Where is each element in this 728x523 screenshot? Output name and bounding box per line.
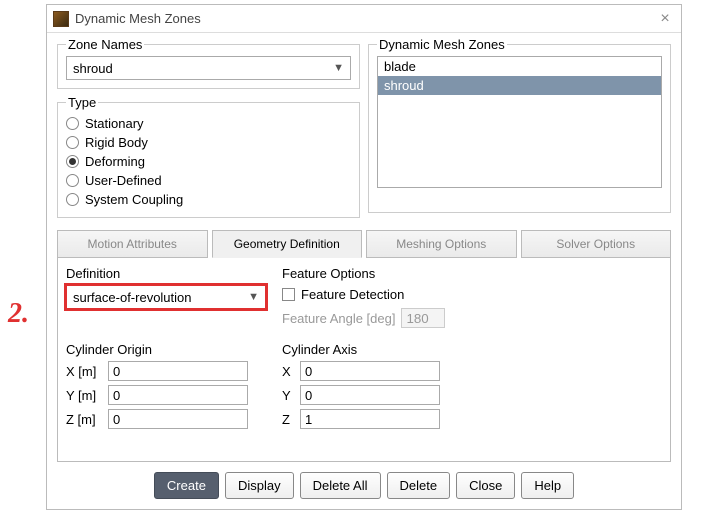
radio-icon — [66, 193, 79, 206]
feature-detection-label: Feature Detection — [301, 287, 404, 302]
feature-options-label: Feature Options — [282, 266, 662, 281]
feature-detection-check[interactable]: Feature Detection — [282, 285, 662, 304]
list-item[interactable]: blade — [378, 57, 661, 76]
group-dynamic-mesh-zones: Dynamic Mesh Zones blade shroud — [368, 37, 671, 213]
axis-y-input[interactable] — [300, 385, 440, 405]
tab-meshing-options[interactable]: Meshing Options — [366, 230, 517, 258]
checkbox-icon — [282, 288, 295, 301]
type-radio-list: Stationary Rigid Body Deforming Use — [66, 114, 351, 209]
display-button[interactable]: Display — [225, 472, 294, 499]
radio-deforming-label: Deforming — [85, 154, 145, 169]
group-type: Type Stationary Rigid Body Deforming — [57, 95, 360, 218]
radio-icon — [66, 117, 79, 130]
chevron-down-icon: ▼ — [248, 291, 259, 303]
tab-panel-geometry: Definition surface-of-revolution ▼ Featu… — [57, 258, 671, 462]
origin-y-label: Y [m] — [66, 388, 104, 403]
zone-name-selected: shroud — [73, 61, 113, 76]
titlebar: Dynamic Mesh Zones × — [47, 5, 681, 33]
create-button[interactable]: Create — [154, 472, 219, 499]
list-item[interactable]: shroud — [378, 76, 661, 95]
dialog-content: Zone Names shroud ▼ Type Stationary — [47, 33, 681, 509]
button-row: Create Display Delete All Delete Close H… — [57, 472, 671, 499]
axis-z-input[interactable] — [300, 409, 440, 429]
feature-angle-input — [401, 308, 445, 328]
origin-z-label: Z [m] — [66, 412, 104, 427]
window-title: Dynamic Mesh Zones — [75, 11, 655, 26]
radio-stationary-label: Stationary — [85, 116, 144, 131]
cylinder-axis-label: Cylinder Axis — [282, 342, 482, 357]
close-button[interactable]: Close — [456, 472, 515, 499]
chevron-down-icon: ▼ — [333, 62, 344, 74]
callout-label: 2. — [8, 298, 29, 330]
app-icon — [53, 11, 69, 27]
definition-label: Definition — [66, 266, 266, 281]
radio-rigid-body[interactable]: Rigid Body — [66, 133, 351, 152]
radio-rigid-body-label: Rigid Body — [85, 135, 148, 150]
origin-z-input[interactable] — [108, 409, 248, 429]
dialog-dynamic-mesh-zones: Dynamic Mesh Zones × Zone Names shroud ▼… — [46, 4, 682, 510]
radio-system-coupling[interactable]: System Coupling — [66, 190, 351, 209]
axis-x-label: X — [282, 364, 296, 379]
group-dmz-label: Dynamic Mesh Zones — [377, 37, 507, 52]
tabs: Motion Attributes Geometry Definition Me… — [57, 230, 671, 258]
axis-y-label: Y — [282, 388, 296, 403]
origin-y-input[interactable] — [108, 385, 248, 405]
origin-x-label: X [m] — [66, 364, 104, 379]
group-zone-names: Zone Names shroud ▼ — [57, 37, 360, 89]
origin-x-input[interactable] — [108, 361, 248, 381]
radio-user-defined[interactable]: User-Defined — [66, 171, 351, 190]
cylinder-origin-label: Cylinder Origin — [66, 342, 266, 357]
axis-z-label: Z — [282, 412, 296, 427]
feature-angle-row: Feature Angle [deg] — [282, 308, 662, 328]
tab-motion-attributes[interactable]: Motion Attributes — [57, 230, 208, 258]
radio-system-coupling-label: System Coupling — [85, 192, 183, 207]
delete-all-button[interactable]: Delete All — [300, 472, 381, 499]
radio-icon — [66, 136, 79, 149]
delete-button[interactable]: Delete — [387, 472, 451, 499]
zone-name-select[interactable]: shroud ▼ — [66, 56, 351, 80]
tab-geometry-definition[interactable]: Geometry Definition — [212, 230, 363, 258]
tab-solver-options[interactable]: Solver Options — [521, 230, 672, 258]
definition-selected: surface-of-revolution — [73, 290, 192, 305]
radio-icon — [66, 174, 79, 187]
group-zone-names-label: Zone Names — [66, 37, 144, 52]
group-type-label: Type — [66, 95, 98, 110]
close-icon[interactable]: × — [655, 9, 675, 29]
help-button[interactable]: Help — [521, 472, 574, 499]
radio-icon — [66, 155, 79, 168]
feature-angle-label: Feature Angle [deg] — [282, 311, 395, 326]
radio-user-defined-label: User-Defined — [85, 173, 162, 188]
axis-x-input[interactable] — [300, 361, 440, 381]
radio-stationary[interactable]: Stationary — [66, 114, 351, 133]
dmz-listbox[interactable]: blade shroud — [377, 56, 662, 188]
definition-select[interactable]: surface-of-revolution ▼ — [66, 285, 266, 309]
radio-deforming[interactable]: Deforming — [66, 152, 351, 171]
